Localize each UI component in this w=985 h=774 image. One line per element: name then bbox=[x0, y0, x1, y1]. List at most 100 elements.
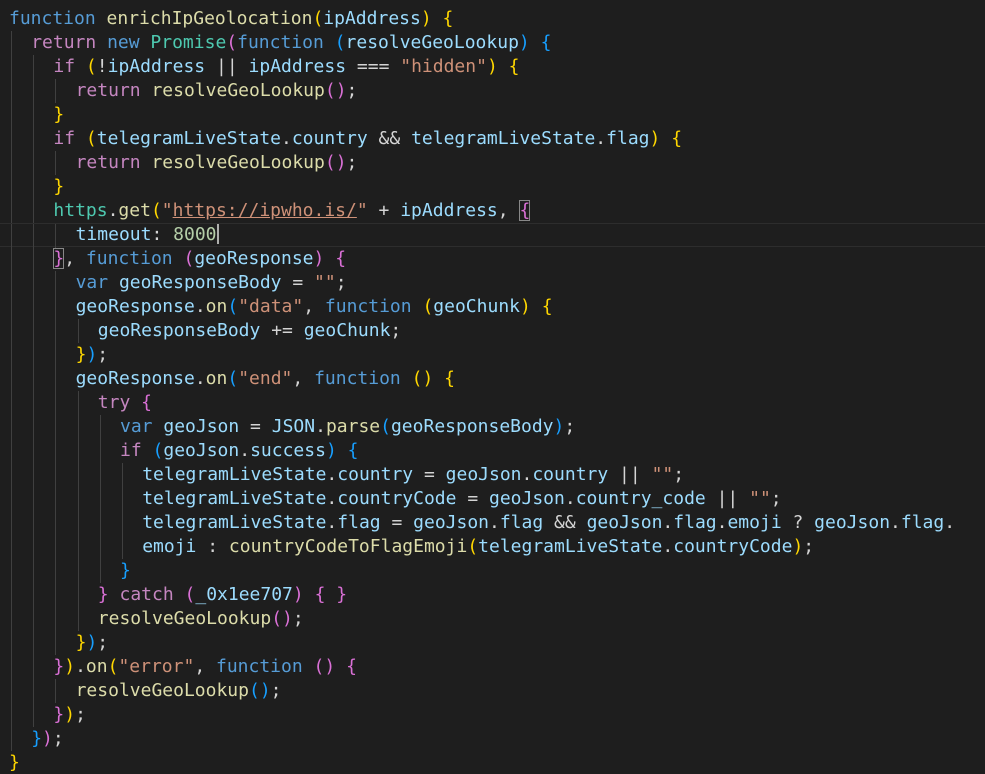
code-token: = bbox=[281, 272, 315, 293]
code-line[interactable]: }, function (geoResponse) { bbox=[0, 247, 985, 271]
code-token: on bbox=[85, 656, 108, 677]
code-text: resolveGeoLookup(); bbox=[98, 607, 304, 631]
code-token: : bbox=[196, 536, 229, 557]
code-token: ( bbox=[85, 56, 97, 77]
code-token: ( bbox=[150, 200, 162, 221]
indent-guide bbox=[11, 55, 12, 79]
code-token: ) bbox=[86, 632, 98, 653]
code-line[interactable]: } catch (_0x1ee707) { } bbox=[0, 583, 985, 607]
indent-guide bbox=[11, 391, 12, 415]
code-token: = bbox=[380, 512, 414, 533]
code-line[interactable]: if (!ipAddress || ipAddress === "hidden"… bbox=[0, 55, 985, 79]
code-token: { } bbox=[314, 584, 348, 605]
code-line[interactable]: geoResponse.on("data", function (geoChun… bbox=[0, 295, 985, 319]
code-token: on bbox=[205, 368, 228, 389]
indent-guide bbox=[33, 199, 35, 223]
code-token: https://ipwho.is/ bbox=[172, 200, 357, 221]
indent-guide bbox=[11, 151, 12, 175]
code-token: var bbox=[120, 416, 153, 437]
code-line[interactable]: telegramLiveState.flag = geoJson.flag &&… bbox=[0, 511, 985, 535]
indent-guide bbox=[33, 151, 35, 175]
code-text: return resolveGeoLookup(); bbox=[76, 151, 358, 175]
code-line[interactable]: if (telegramLiveState.country && telegra… bbox=[0, 127, 985, 151]
indent-guide bbox=[33, 679, 35, 703]
code-line[interactable]: } bbox=[0, 559, 985, 583]
code-token: } bbox=[97, 584, 109, 605]
code-line[interactable]: } bbox=[0, 103, 985, 127]
code-text: } catch (_0x1ee707) { } bbox=[98, 583, 347, 607]
code-line[interactable]: return resolveGeoLookup(); bbox=[0, 79, 985, 103]
code-token: parse bbox=[325, 416, 381, 437]
indent-guide bbox=[77, 415, 79, 439]
code-text: }).on("error", function () { bbox=[53, 655, 357, 679]
code-line[interactable]: geoResponseBody += geoChunk; bbox=[0, 319, 985, 343]
code-token: ) bbox=[313, 248, 325, 269]
code-line[interactable]: }); bbox=[0, 703, 985, 727]
code-token: && bbox=[367, 128, 412, 149]
code-line[interactable]: resolveGeoLookup(); bbox=[0, 679, 985, 703]
code-line[interactable]: } bbox=[0, 751, 985, 774]
indent-guide bbox=[11, 295, 12, 319]
code-line[interactable]: }); bbox=[0, 727, 985, 751]
code-token: : bbox=[151, 224, 174, 245]
code-text: } bbox=[9, 751, 20, 774]
code-token: geoChunk bbox=[433, 296, 520, 317]
code-editor[interactable]: function enrichIpGeolocation(ipAddress) … bbox=[0, 0, 985, 774]
code-line[interactable]: var geoJson = JSON.parse(geoResponseBody… bbox=[0, 415, 985, 439]
code-line[interactable]: return resolveGeoLookup(); bbox=[0, 151, 985, 175]
code-token: ; bbox=[803, 536, 815, 557]
code-line[interactable]: geoResponse.on("end", function () { bbox=[0, 367, 985, 391]
indent-guide bbox=[99, 535, 101, 559]
code-token: telegramLiveState bbox=[96, 128, 281, 149]
code-line[interactable]: try { bbox=[0, 391, 985, 415]
indent-guide bbox=[11, 271, 12, 295]
indent-guide bbox=[11, 679, 12, 703]
indent-guide bbox=[99, 559, 101, 583]
code-text: geoResponse.on("end", function () { bbox=[76, 367, 455, 391]
code-line[interactable]: timeout: 8000 bbox=[0, 223, 985, 248]
code-token: . bbox=[521, 464, 533, 485]
code-line[interactable]: emoji : countryCodeToFlagEmoji(telegramL… bbox=[0, 535, 985, 559]
code-line[interactable]: if (geoJson.success) { bbox=[0, 439, 985, 463]
code-text: if (telegramLiveState.country && telegra… bbox=[53, 127, 682, 151]
indent-guide bbox=[33, 487, 35, 511]
indent-guide bbox=[55, 631, 57, 655]
code-token: + bbox=[367, 200, 401, 221]
code-token: geoJson bbox=[163, 416, 240, 437]
code-line[interactable]: } bbox=[0, 175, 985, 199]
code-text: }, function (geoResponse) { bbox=[53, 247, 346, 271]
code-line[interactable]: }).on("error", function () { bbox=[0, 655, 985, 679]
code-token: , bbox=[497, 200, 520, 221]
code-line[interactable]: https.get("https://ipwho.is/" + ipAddres… bbox=[0, 199, 985, 223]
code-line[interactable]: return new Promise(function (resolveGeoL… bbox=[0, 31, 985, 55]
code-token: . bbox=[662, 536, 674, 557]
code-line[interactable]: }); bbox=[0, 631, 985, 655]
code-line[interactable]: telegramLiveState.country = geoJson.coun… bbox=[0, 463, 985, 487]
code-token: ( bbox=[184, 584, 196, 605]
indent-guide bbox=[55, 415, 57, 439]
code-line[interactable]: resolveGeoLookup(); bbox=[0, 607, 985, 631]
code-line[interactable]: var geoResponseBody = ""; bbox=[0, 271, 985, 295]
indent-guide bbox=[33, 127, 35, 151]
code-line[interactable]: }); bbox=[0, 343, 985, 367]
code-token: ) bbox=[292, 584, 304, 605]
code-token: ; bbox=[292, 608, 304, 629]
code-token: " bbox=[161, 200, 173, 221]
code-line[interactable]: telegramLiveState.countryCode = geoJson.… bbox=[0, 487, 985, 511]
code-line[interactable]: function enrichIpGeolocation(ipAddress) … bbox=[0, 7, 985, 31]
code-text: return new Promise(function (resolveGeoL… bbox=[31, 31, 551, 55]
code-token: "" bbox=[749, 488, 771, 509]
code-token: ; bbox=[270, 680, 282, 701]
indent-guide bbox=[33, 175, 35, 199]
code-token: geoJson bbox=[586, 512, 663, 533]
